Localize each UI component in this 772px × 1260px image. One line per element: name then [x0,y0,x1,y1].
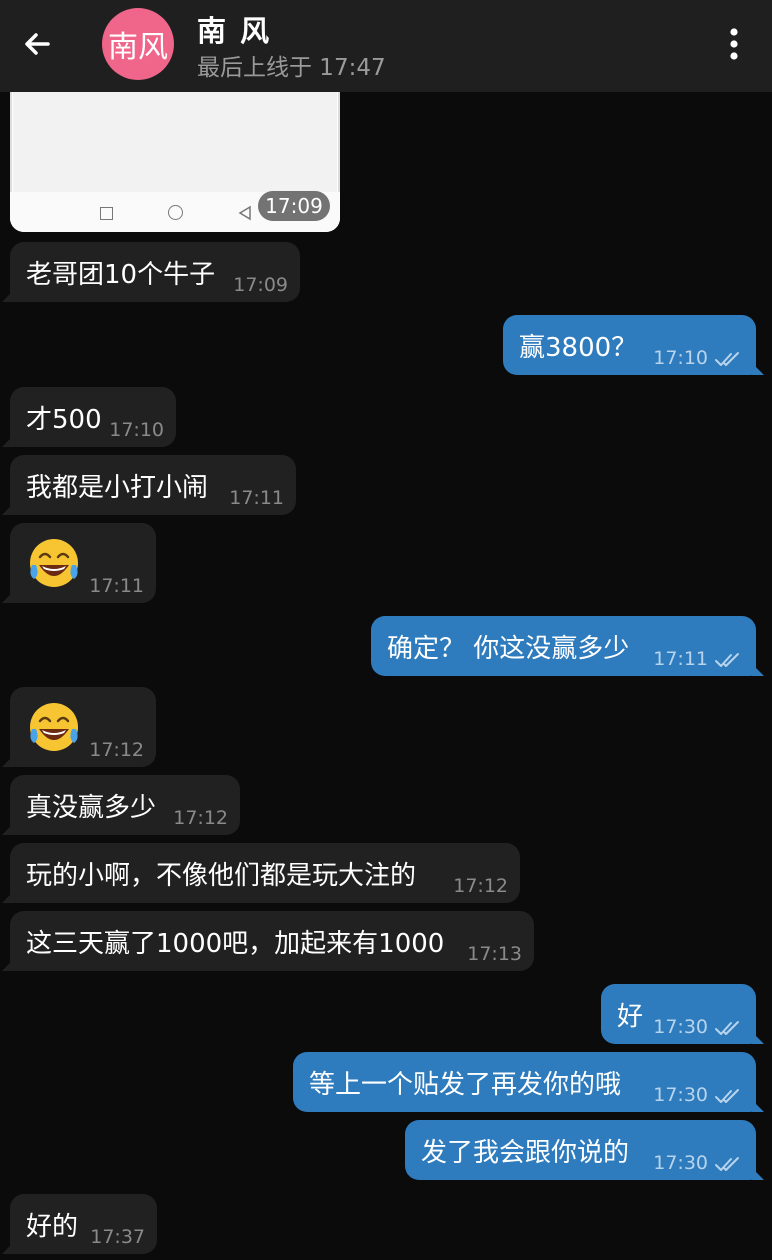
message-time: 17:13 [467,943,522,965]
message-text: 玩的小啊，不像他们都是玩大注的 [26,860,417,891]
double-check-icon [715,1089,739,1103]
message-text: 老哥团10个牛子 [26,259,216,290]
message-incoming[interactable]: 玩的小啊，不像他们都是玩大注的 17:12 [2,843,520,903]
message-outgoing[interactable]: 发了我会跟你说的 17:30 [405,1120,764,1180]
message-time: 17:12 [89,739,144,761]
avatar[interactable]: 南风 [102,8,174,80]
message-time: 17:30 [653,1016,708,1038]
message-time: 17:10 [109,419,164,441]
message-outgoing[interactable]: 等上一个贴发了再发你的哦 17:30 [293,1052,764,1112]
face-with-tears-of-joy-icon [30,703,78,751]
double-check-icon [715,1157,739,1171]
more-options-icon[interactable] [718,24,750,64]
message-incoming[interactable]: 真没赢多少 17:12 [2,775,240,835]
message-outgoing[interactable]: 确定？ 你这没赢多少 17:11 [371,616,764,676]
message-text: 确定？ 你这没赢多少 [387,633,630,664]
circle-nav-icon [168,205,183,220]
message-text: 赢3800？ [519,332,638,363]
chat-title[interactable]: 南 风 [197,8,271,50]
message-text: 真没赢多少 [26,792,157,823]
message-time: 17:11 [653,648,708,670]
message-incoming[interactable]: 老哥团10个牛子 17:09 [2,242,300,302]
message-incoming-emoji[interactable]: 17:12 [2,687,156,767]
message-text: 好的 [26,1211,79,1242]
last-seen-status: 最后上线于 17:47 [197,55,386,81]
image-content [13,80,337,192]
face-with-tears-of-joy-icon [30,539,78,587]
image-message-time: 17:09 [258,191,330,221]
message-text: 等上一个贴发了再发你的哦 [309,1069,622,1100]
message-text: 好 [617,1001,644,1032]
message-time: 17:10 [653,347,708,369]
square-nav-icon [100,207,113,220]
message-time: 17:37 [90,1226,145,1248]
message-outgoing[interactable]: 赢3800？ 17:10 [503,315,764,375]
message-time: 17:30 [653,1152,708,1174]
double-check-icon [715,653,739,667]
double-check-icon [715,1021,739,1035]
message-incoming[interactable]: 好的 17:37 [2,1194,157,1254]
back-triangle-icon [238,205,251,221]
message-incoming[interactable]: 我都是小打小闹 17:11 [2,455,296,515]
message-time: 17:12 [173,807,228,829]
message-time: 17:11 [89,575,144,597]
chat-header: 南风 南 风 最后上线于 17:47 [0,0,772,92]
message-time: 17:30 [653,1084,708,1106]
message-incoming-emoji[interactable]: 17:11 [2,523,156,603]
double-check-icon [715,352,739,366]
message-text: 我都是小打小闹 [26,472,209,503]
message-text: 发了我会跟你说的 [421,1137,630,1168]
message-time: 17:12 [453,875,508,897]
back-arrow-icon[interactable] [18,24,58,64]
message-outgoing[interactable]: 好 17:30 [601,984,764,1044]
message-text: 才500 [26,404,102,435]
message-time: 17:09 [233,274,288,296]
message-incoming[interactable]: 这三天赢了1000吧，加起来有1000 17:13 [2,911,534,971]
message-incoming[interactable]: 才500 17:10 [2,387,176,447]
message-time: 17:11 [229,487,284,509]
message-text: 这三天赢了1000吧，加起来有1000 [26,928,445,959]
